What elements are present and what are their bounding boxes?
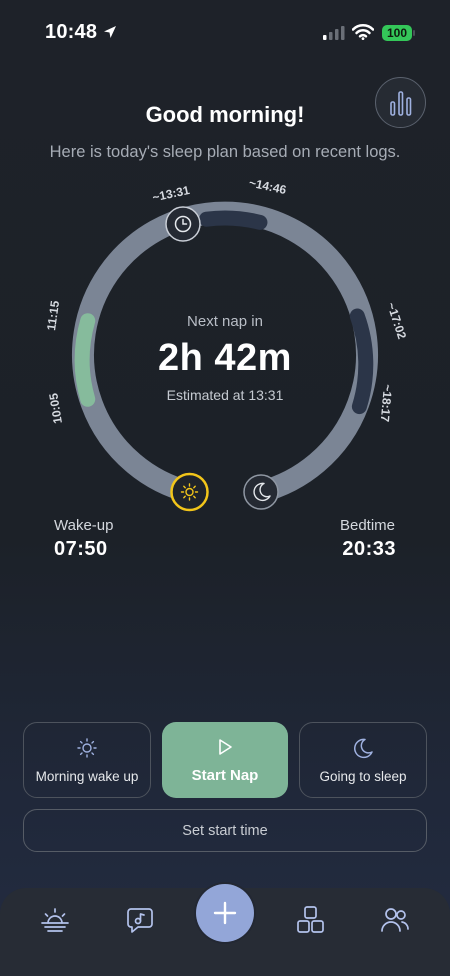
- set-start-time-label: Set start time: [182, 822, 268, 839]
- tab-sounds[interactable]: [125, 905, 155, 935]
- planned-nap-segment-1: [198, 210, 268, 230]
- tab-home[interactable]: [40, 905, 70, 935]
- morning-wake-up-label: Morning wake up: [35, 768, 139, 784]
- sun-icon: [77, 737, 97, 758]
- ring-label-1446: ~14:46: [248, 175, 288, 197]
- wake-up-time[interactable]: 07:50: [54, 538, 108, 561]
- set-start-time-button[interactable]: Set start time: [23, 809, 427, 852]
- wake-up-label: Wake-up: [54, 517, 114, 534]
- plus-icon: [213, 901, 237, 925]
- play-icon: [219, 738, 232, 755]
- next-nap-marker: [165, 206, 201, 242]
- sleep-plan-ring: ~13:31 ~14:46 ~17:02 ~18:17 11:15 10:05: [44, 175, 409, 512]
- wake-up-marker: [170, 472, 209, 512]
- morning-wake-up-button[interactable]: Morning wake up: [23, 722, 151, 798]
- start-nap-button[interactable]: Start Nap: [162, 722, 288, 798]
- moon-icon: [354, 738, 373, 758]
- tab-family[interactable]: [380, 905, 410, 935]
- grid-icon: [297, 906, 324, 933]
- ring-label-1331: ~13:31: [151, 183, 191, 205]
- bedtime-label: Bedtime: [339, 517, 395, 534]
- next-nap-label: Next nap in: [187, 313, 263, 330]
- bedtime-time[interactable]: 20:33: [342, 538, 396, 561]
- going-to-sleep-label: Going to sleep: [319, 768, 407, 784]
- sunrise-icon: [41, 908, 69, 932]
- add-entry-button[interactable]: [196, 884, 254, 942]
- going-to-sleep-button[interactable]: Going to sleep: [299, 722, 427, 798]
- bedtime-marker: [243, 474, 279, 510]
- people-icon: [381, 908, 409, 932]
- music-bubble-icon: [127, 908, 153, 933]
- next-nap-estimate: Estimated at 13:31: [166, 387, 284, 403]
- next-nap-countdown: 2h 42m: [158, 337, 292, 379]
- start-nap-label: Start Nap: [191, 766, 259, 784]
- tab-modules[interactable]: [296, 905, 326, 935]
